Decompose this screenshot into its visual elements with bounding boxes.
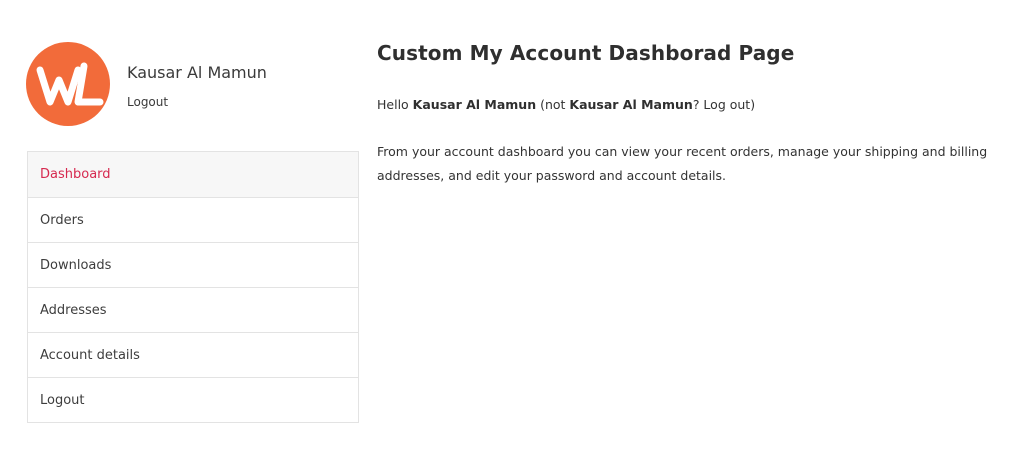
hello-username-2: Kausar Al Mamun: [569, 97, 693, 112]
account-navigation: Dashboard Orders Downloads Addresses Acc…: [27, 151, 359, 423]
page-title: Custom My Account Dashborad Page: [377, 41, 795, 65]
profile-info: Kausar Al Mamun Logout: [127, 63, 267, 110]
nav-item-logout[interactable]: Logout: [28, 377, 358, 422]
hello-mid: (not: [536, 97, 570, 112]
profile-logout-link[interactable]: Logout: [127, 94, 267, 110]
dashboard-description: From your account dashboard you can view…: [377, 144, 988, 183]
nav-item-addresses[interactable]: Addresses: [28, 287, 358, 332]
hello-logout-link[interactable]: ? Log out): [693, 97, 755, 112]
wl-logo-icon: [36, 62, 104, 106]
hello-prefix: Hello: [377, 97, 413, 112]
hello-message: Hello Kausar Al Mamun (not Kausar Al Mam…: [377, 96, 1007, 114]
profile-name: Kausar Al Mamun: [127, 63, 267, 82]
nav-item-account-details[interactable]: Account details: [28, 332, 358, 377]
account-page: Kausar Al Mamun Logout Dashboard Orders …: [0, 0, 1024, 462]
avatar: [26, 42, 110, 126]
nav-item-orders[interactable]: Orders: [28, 197, 358, 242]
nav-item-dashboard[interactable]: Dashboard: [28, 152, 358, 197]
hello-username: Kausar Al Mamun: [412, 97, 537, 112]
nav-item-downloads[interactable]: Downloads: [28, 242, 358, 287]
profile-block: Kausar Al Mamun Logout: [26, 42, 267, 126]
main-content: Custom My Account Dashborad Page Hello K…: [377, 40, 1007, 188]
